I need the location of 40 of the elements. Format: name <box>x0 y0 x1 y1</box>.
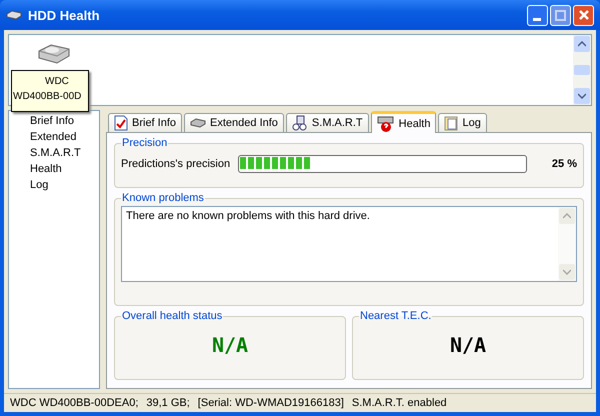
maximize-button[interactable] <box>550 4 571 26</box>
minimize-button[interactable] <box>527 4 548 26</box>
sidebar-item[interactable]: Brief Info <box>30 113 74 129</box>
problems-text: There are no known problems with this hard drive. <box>125 209 371 224</box>
scroll-up-icon[interactable] <box>578 41 586 47</box>
tooltip-text: WD400BB-00D <box>12 90 82 104</box>
hard-drive-icon[interactable] <box>37 43 71 65</box>
sidebar-item[interactable]: Extended <box>30 129 76 145</box>
window-title: HDD Health <box>28 8 100 22</box>
tab[interactable]: S.M.A.R.T <box>286 113 369 132</box>
close-icon <box>578 10 588 20</box>
scrollbar[interactable] <box>573 35 591 105</box>
drive-icon <box>6 10 22 20</box>
group-title: Precision <box>121 137 168 149</box>
tab[interactable]: Health <box>370 111 436 133</box>
scroll-down-icon[interactable] <box>578 93 586 99</box>
status-text: [Serial: WD-WMAD19166183] <box>198 397 344 409</box>
precision-label: Predictions's precision <box>121 158 230 170</box>
drive-icon <box>190 118 206 128</box>
close-button[interactable] <box>573 4 594 26</box>
sidebar-item[interactable]: S.M.A.R.T <box>30 145 81 161</box>
status-text: S.M.A.R.T. enabled <box>352 397 447 409</box>
group-title: Overall health status <box>121 310 224 322</box>
tab[interactable]: Extended Info <box>184 113 284 132</box>
tab[interactable]: Log <box>438 113 487 132</box>
status-text: 39,1 GB; <box>146 397 190 409</box>
group-title: Known problems <box>121 192 205 204</box>
sidebar-item[interactable]: Log <box>30 177 48 193</box>
problems-text-area[interactable]: There are no known problems with this hard drive. <box>121 206 577 282</box>
maximize-icon <box>555 10 566 20</box>
scroll-thumb[interactable] <box>574 65 590 75</box>
tooltip-text: WDC <box>44 75 69 89</box>
health-status-value: N/A <box>212 332 248 358</box>
sidebar-item[interactable]: Health <box>30 161 62 177</box>
group-title: Nearest T.E.C. <box>359 310 432 322</box>
minimize-icon <box>533 18 541 20</box>
status-text: WDC WD400BB-00DEA0; <box>10 397 138 409</box>
tec-value: N/A <box>450 332 486 358</box>
precision-value: 25 % <box>550 158 577 170</box>
tab[interactable]: Brief Info <box>108 113 182 132</box>
